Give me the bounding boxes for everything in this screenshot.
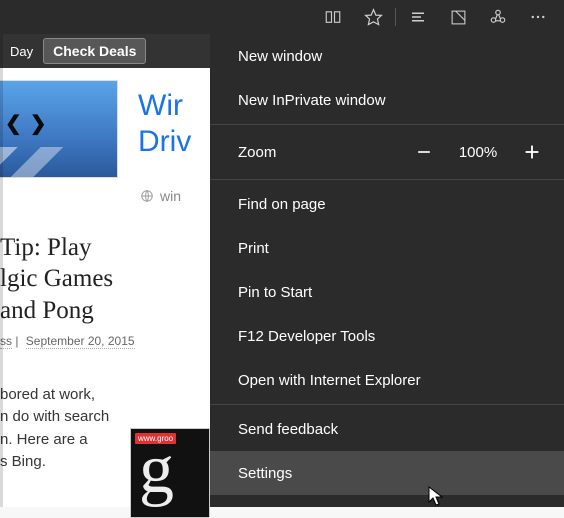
- browser-toolbar: [0, 0, 564, 34]
- menu-open-with-ie[interactable]: Open with Internet Explorer: [210, 358, 564, 402]
- menu-dev-tools[interactable]: F12 Developer Tools: [210, 314, 564, 358]
- menu-new-inprivate[interactable]: New InPrivate window: [210, 78, 564, 122]
- globe-icon: [140, 189, 154, 203]
- window-left-edge: [0, 34, 3, 507]
- article-date[interactable]: September 20, 2015: [26, 334, 135, 349]
- reading-view-icon[interactable]: [313, 0, 353, 34]
- carousel-arrows[interactable]: ❮ ❯: [5, 111, 47, 136]
- menu-settings[interactable]: Settings: [210, 451, 564, 495]
- thumbnail-decoration: [0, 147, 117, 177]
- headline-line2: Driv: [138, 124, 191, 160]
- menu-pin-to-start[interactable]: Pin to Start: [210, 270, 564, 314]
- more-menu: New window New InPrivate window Zoom 100…: [210, 34, 564, 507]
- side-thumbnail-glyph: g: [139, 435, 174, 505]
- hub-icon[interactable]: [398, 0, 438, 34]
- article-excerpt: bored at work, n do with search n. Here …: [0, 384, 140, 474]
- web-note-icon[interactable]: [438, 0, 478, 34]
- site-source-text: win: [160, 188, 181, 204]
- menu-find-on-page[interactable]: Find on page: [210, 182, 564, 226]
- side-thumbnail[interactable]: www.groo g: [130, 428, 210, 518]
- menu-separator: [210, 179, 564, 180]
- headline-link[interactable]: Wir Driv: [138, 80, 191, 178]
- more-icon[interactable]: [518, 0, 558, 34]
- share-icon[interactable]: [478, 0, 518, 34]
- zoom-controls: 100%: [410, 138, 546, 166]
- favorite-star-icon[interactable]: [353, 0, 393, 34]
- menu-new-window[interactable]: New window: [210, 34, 564, 78]
- menu-separator: [210, 404, 564, 405]
- chevron-right-icon[interactable]: ❯: [30, 111, 47, 136]
- headline-line1: Wir: [138, 88, 191, 124]
- menu-send-feedback[interactable]: Send feedback: [210, 407, 564, 451]
- chevron-left-icon[interactable]: ❮: [5, 111, 22, 136]
- menu-print[interactable]: Print: [210, 226, 564, 270]
- banner-day-label: Day: [10, 44, 33, 59]
- menu-zoom-row: Zoom 100%: [210, 127, 564, 177]
- menu-separator: [210, 124, 564, 125]
- toolbar-divider: [395, 8, 396, 26]
- zoom-label: Zoom: [238, 144, 276, 161]
- zoom-value: 100%: [456, 144, 500, 161]
- article-thumbnail[interactable]: ❮ ❯: [0, 80, 118, 178]
- check-deals-button[interactable]: Check Deals: [43, 38, 146, 64]
- zoom-out-button[interactable]: [410, 138, 438, 166]
- zoom-in-button[interactable]: [518, 138, 546, 166]
